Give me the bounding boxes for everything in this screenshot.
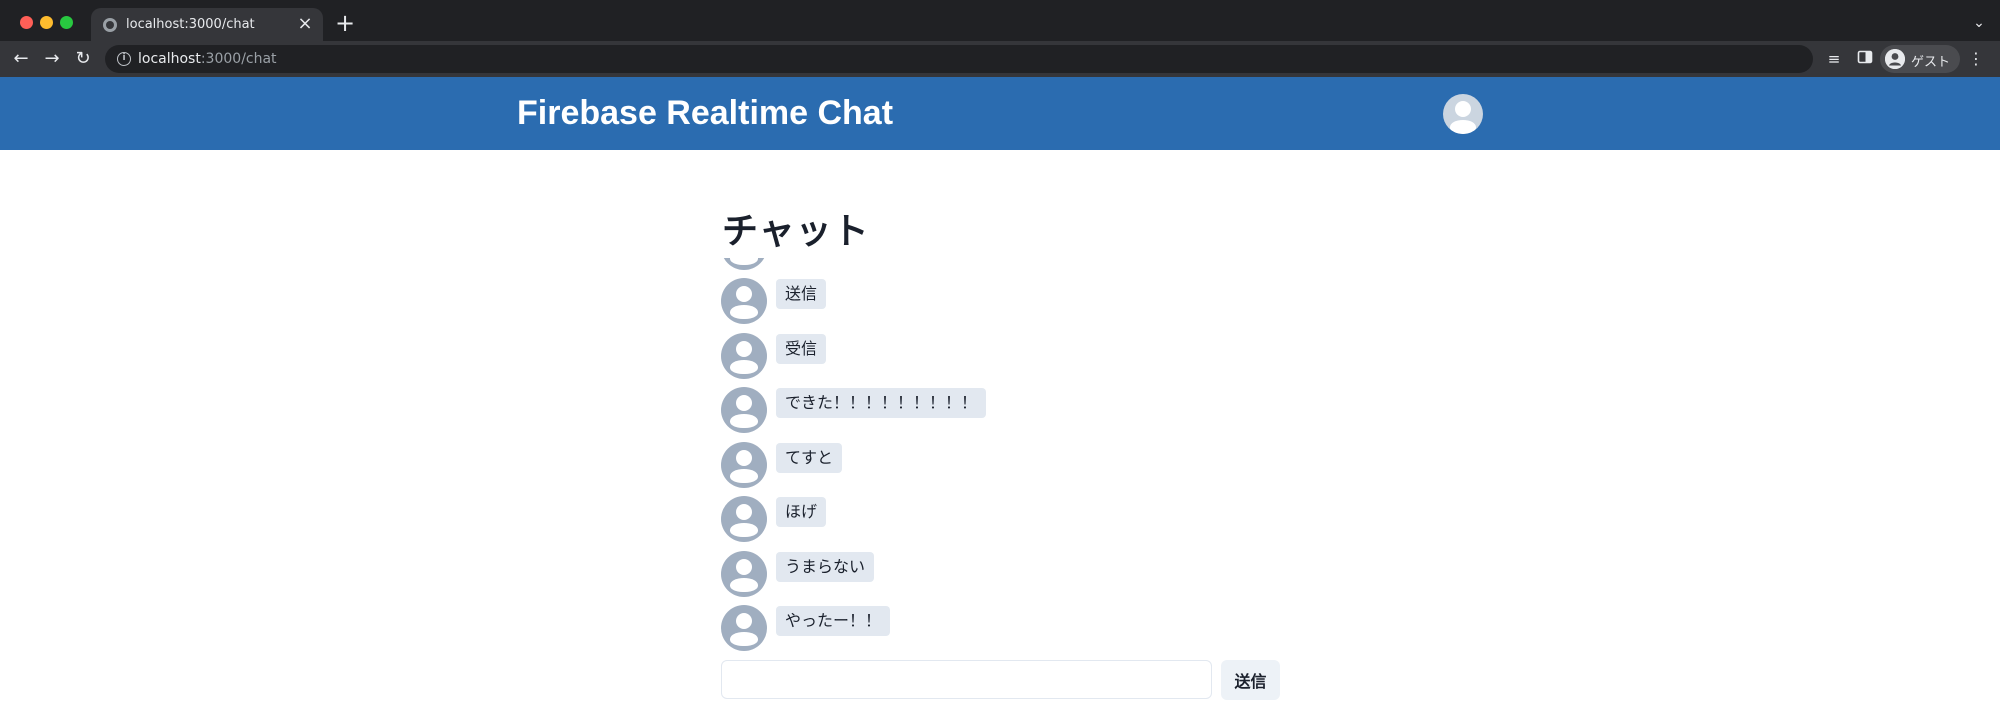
media-control-icon[interactable]: ≡ — [1824, 49, 1844, 69]
maximize-window-button[interactable] — [60, 16, 73, 29]
page-title: チャット — [722, 211, 870, 252]
message-text: うまらない — [776, 552, 875, 582]
tab-title: localhost:3000/chat — [126, 17, 255, 32]
message-text: ほげ — [776, 497, 827, 527]
message-item: やったー！！ — [720, 605, 1320, 651]
url-text[interactable]: localhost:3000/chat — [138, 51, 277, 67]
url-path: :3000/chat — [200, 51, 277, 67]
app-header: Firebase Realtime Chat — [0, 77, 2000, 150]
message-item: 受信 — [720, 333, 1320, 379]
avatar-icon — [721, 442, 767, 488]
avatar-icon — [721, 551, 767, 597]
globe-icon — [103, 18, 117, 32]
message-list[interactable]: 送信 受信 できた！！！！！！！！！ てすと ほげ うまらない やったー！！ — [720, 258, 1320, 654]
message-item: できた！！！！！！！！！ — [720, 387, 1320, 433]
browser-tab[interactable]: localhost:3000/chat × — [91, 8, 323, 41]
url-host: localhost — [138, 51, 201, 67]
avatar-icon — [721, 605, 767, 651]
avatar-icon — [721, 278, 767, 324]
send-button[interactable]: 送信 — [1221, 660, 1280, 700]
avatar-icon — [721, 333, 767, 379]
message-text: 受信 — [776, 334, 827, 364]
message-text: てすと — [776, 443, 843, 473]
back-arrow-icon[interactable]: ← — [9, 47, 33, 71]
close-window-button[interactable] — [20, 16, 33, 29]
avatar-icon — [721, 496, 767, 542]
address-bar[interactable]: i localhost:3000/chat — [105, 45, 1813, 73]
minimize-window-button[interactable] — [40, 16, 53, 29]
chevron-down-icon[interactable]: ⌄ — [1970, 14, 1988, 32]
message-item: ほげ — [720, 496, 1320, 542]
profile-name: ゲスト — [1911, 55, 1951, 70]
message-text: 送信 — [776, 279, 827, 309]
tab-close-icon[interactable]: × — [295, 14, 315, 34]
avatar-body — [1450, 120, 1476, 134]
message-text: やったー！！ — [776, 606, 891, 636]
more-vert-icon[interactable]: ⋮ — [1966, 49, 1986, 69]
avatar-head — [1455, 101, 1471, 117]
browser-titlebar: localhost:3000/chat × + ⌄ — [0, 0, 2000, 41]
new-tab-button[interactable]: + — [333, 11, 357, 36]
profile-button[interactable]: ゲスト — [1880, 45, 1960, 73]
browser-toolbar: ← → ↻ i localhost:3000/chat ≡ ゲスト ⋮ — [0, 41, 2000, 77]
forward-arrow-icon[interactable]: → — [40, 47, 64, 71]
profile-avatar-icon — [1885, 49, 1905, 69]
message-text: できた！！！！！！！！！ — [776, 388, 987, 418]
message-composer: 送信 — [721, 660, 1281, 700]
avatar-icon — [721, 258, 767, 270]
message-input[interactable] — [721, 660, 1212, 699]
side-panel-icon[interactable] — [1855, 49, 1875, 69]
avatar-icon — [721, 387, 767, 433]
app-title: Firebase Realtime Chat — [517, 94, 894, 132]
user-avatar-icon[interactable] — [1443, 94, 1483, 134]
info-icon[interactable]: i — [117, 52, 131, 66]
message-item: 送信 — [720, 278, 1320, 324]
message-item: うまらない — [720, 551, 1320, 597]
message-item: てすと — [720, 442, 1320, 488]
reload-icon[interactable]: ↻ — [71, 47, 95, 71]
